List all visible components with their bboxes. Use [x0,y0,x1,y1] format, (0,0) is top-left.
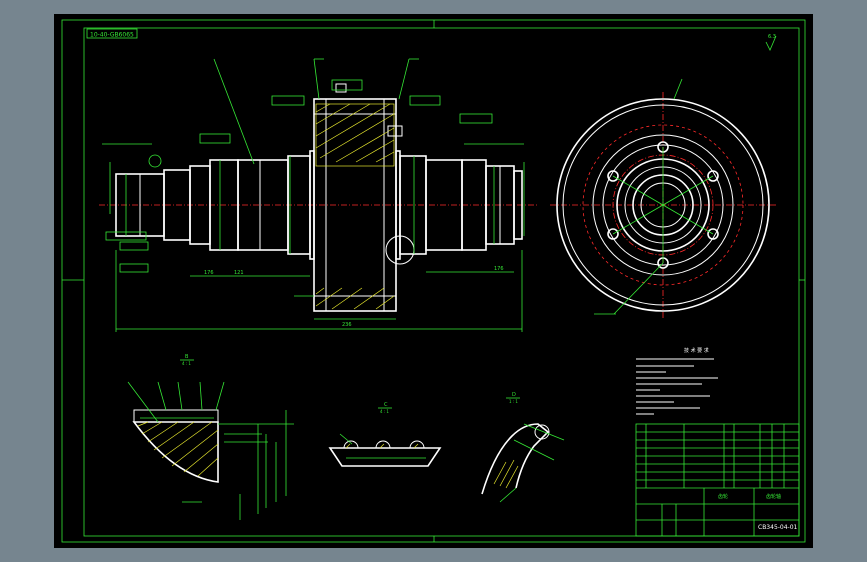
title-cell-1: 齿轮 [718,493,728,500]
svg-text:4 : 1: 4 : 1 [182,361,191,366]
flange-end-view [550,78,776,318]
part-number-cell: CB345-04-01 [758,524,798,531]
svg-text:4 : 1: 4 : 1 [380,409,389,414]
surface-roughness-mark: 6.3 [765,34,777,51]
svg-text:121: 121 [234,270,244,276]
detail-view-d: D 1 : 1 [481,392,565,503]
main-shaft-view: 236 176 121 176 [99,58,539,332]
svg-text:176: 176 [204,270,214,276]
technical-notes: 技 术 要 求 [636,347,718,415]
notes-title: 技 术 要 求 [684,347,709,354]
title-block: 齿轮 齿轮轴 CB345-04-01 [635,423,800,537]
dim-total-length: 236 [342,322,352,328]
svg-text:6.3: 6.3 [768,34,776,40]
code-box-text: 10-40-GB6065 [90,32,134,39]
detail-view-c: C 4 : 1 [328,402,442,467]
svg-text:C: C [384,402,388,408]
cad-viewport[interactable]: 10-40-GB6065 6.3 236 176 121 176 技 术 要 求… [54,14,813,548]
svg-text:176: 176 [494,266,504,272]
detail-view-b: B 4 : 1 [127,354,294,520]
svg-text:D: D [512,392,516,398]
title-cell-2: 齿轮轴 [766,493,781,500]
inner-border [83,27,800,537]
svg-text:B: B [185,354,189,360]
cad-drawing-sheet: 10-40-GB6065 6.3 236 176 121 176 技 术 要 求… [61,19,806,543]
svg-text:1 : 1: 1 : 1 [509,399,518,404]
